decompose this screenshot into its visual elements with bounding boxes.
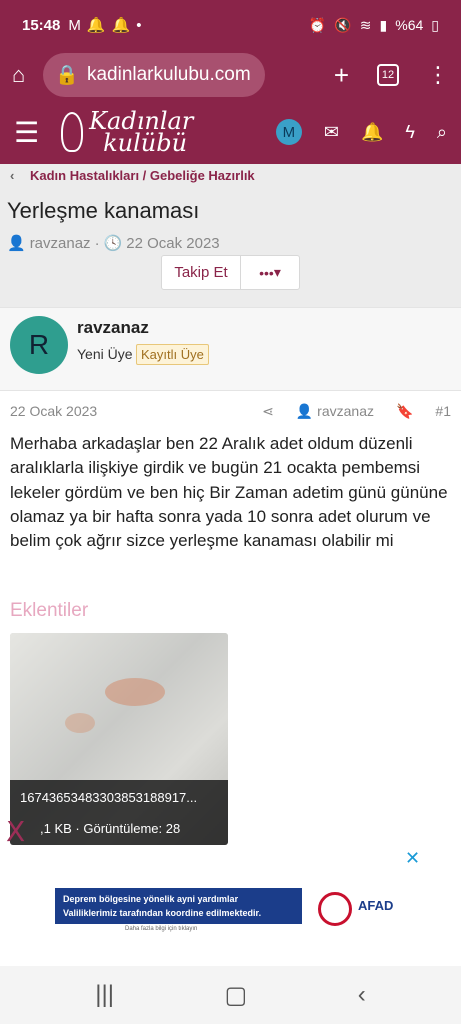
breadcrumb-link[interactable]: Kadın Hastalıkları / Gebeliğe Hazırlık: [30, 168, 255, 183]
user-title: Yeni Üye: [77, 346, 133, 362]
logo-line2: kulübü: [103, 129, 188, 157]
battery-icon: ▯: [431, 16, 439, 33]
share-icon[interactable]: ⋖: [262, 403, 274, 420]
bell-icon-2: 🔔: [111, 17, 131, 34]
mail-icon[interactable]: ✉: [324, 122, 339, 143]
home-button-icon[interactable]: ▢: [225, 981, 248, 1010]
close-overlay-button[interactable]: X: [6, 815, 30, 849]
ad-brand: AFAD: [358, 898, 394, 913]
post-meta: 22 Ocak 2023 ⋖ 👤 ravzanaz 🔖 #1: [0, 396, 461, 426]
dot-icon: •: [136, 16, 142, 34]
ad-line1: Deprem bölgesine yönelik ayni yardımlar: [63, 894, 239, 904]
seal-icon: [318, 892, 352, 926]
alarm-icon: ⏰: [308, 16, 327, 33]
post-number[interactable]: #1: [435, 403, 451, 419]
post-username[interactable]: ravzanaz: [77, 318, 149, 338]
thread-actions: Takip Et ••• ▾: [161, 255, 300, 290]
status-bar: 15:48 M 🔔 🔔 • ⏰ 🔇 ≋ ▮ %64 ▯: [0, 0, 461, 50]
account-avatar[interactable]: M: [275, 119, 302, 145]
breadcrumb[interactable]: ‹ Kadın Hastalıkları / Gebeliğe Hazırlık: [10, 168, 255, 183]
thread-meta: 👤 ravzanaz · 🕓 22 Ocak 2023: [7, 234, 220, 253]
chevron-left-icon: ‹: [10, 168, 15, 183]
attachment-info: ,1 KB · Görüntüleme: 28: [10, 816, 228, 845]
post-date[interactable]: 22 Ocak 2023: [10, 403, 97, 419]
post-body: Merhaba arkadaşlar ben 22 Aralık adet ol…: [10, 434, 448, 551]
battery-label: %64: [395, 17, 424, 33]
clock-icon: 🕓: [103, 235, 123, 252]
avatar[interactable]: R: [10, 316, 68, 374]
more-options-button[interactable]: ••• ▾: [241, 256, 299, 289]
attachments-label: Eklentiler: [10, 600, 89, 621]
browser-toolbar: ⌂ 🔒 kadinlarkulubu.com + 12 ⋮: [0, 50, 461, 100]
ad-close-icon[interactable]: ✕: [405, 848, 420, 869]
menu-icon[interactable]: ⋮: [427, 62, 449, 88]
caret-down-icon: ▾: [273, 264, 281, 280]
site-logo[interactable]: Kadınlar kulübü: [61, 109, 193, 157]
hamburger-menu-icon[interactable]: ☰: [14, 116, 39, 149]
site-header: ☰ Kadınlar kulübü M ✉ 🔔 ϟ ⌕: [0, 100, 461, 164]
user-icon: 👤: [7, 235, 26, 252]
ad-banner[interactable]: ✕ Deprem bölgesine yönelik ayni yardımla…: [0, 848, 461, 966]
clock: 15:48: [22, 16, 61, 34]
follow-button[interactable]: Takip Et: [162, 256, 241, 289]
url-field[interactable]: 🔒 kadinlarkulubu.com: [43, 53, 266, 97]
more-dots: •••: [259, 264, 274, 281]
lightning-icon[interactable]: ϟ: [405, 122, 415, 143]
recent-apps-icon[interactable]: |||: [95, 981, 114, 1009]
logo-figure-icon: [61, 112, 84, 152]
thread-header: ‹ Kadın Hastalıkları / Gebeliğe Hazırlık…: [0, 164, 461, 307]
attachment-filename[interactable]: 16743653483303853188917...: [10, 780, 228, 816]
attachment-thumbnail[interactable]: 16743653483303853188917... ,1 KB · Görün…: [10, 633, 228, 845]
bell-icon: 🔔: [86, 17, 106, 34]
ad-line2: Valiliklerimiz tarafından koordine edilm…: [63, 908, 262, 918]
page-title: Yerleşme kanaması: [7, 198, 200, 223]
tab-switcher-button[interactable]: 12: [377, 64, 399, 86]
wifi-icon: ≋: [359, 16, 372, 33]
user-icon: 👤: [295, 402, 314, 419]
thread-date[interactable]: 22 Ocak 2023: [126, 235, 219, 252]
search-icon[interactable]: ⌕: [437, 122, 447, 143]
post-user-block: R ravzanaz Yeni Üye Kayıtlı Üye: [0, 307, 461, 391]
notification-bell-icon[interactable]: 🔔: [361, 122, 383, 143]
user-badge: Kayıtlı Üye: [136, 344, 209, 365]
back-icon[interactable]: ‹: [358, 981, 366, 1009]
bookmark-icon[interactable]: 🔖: [396, 403, 413, 420]
post-author[interactable]: ravzanaz: [317, 403, 374, 419]
android-nav-bar: ||| ▢ ‹: [0, 966, 461, 1024]
new-tab-icon[interactable]: +: [334, 60, 349, 91]
home-icon[interactable]: ⌂: [12, 62, 25, 88]
mute-icon: 🔇: [334, 16, 352, 33]
lock-icon[interactable]: 🔒: [55, 63, 79, 87]
signal-icon: ▮: [379, 16, 388, 33]
thread-author[interactable]: ravzanaz: [30, 235, 91, 252]
url-text[interactable]: kadinlarkulubu.com: [87, 64, 251, 86]
ad-subtext: Daha fazla bilgi için tıklayın: [125, 926, 198, 932]
gmail-icon: M: [68, 16, 81, 34]
ad-message[interactable]: Deprem bölgesine yönelik ayni yardımlar …: [55, 888, 302, 924]
